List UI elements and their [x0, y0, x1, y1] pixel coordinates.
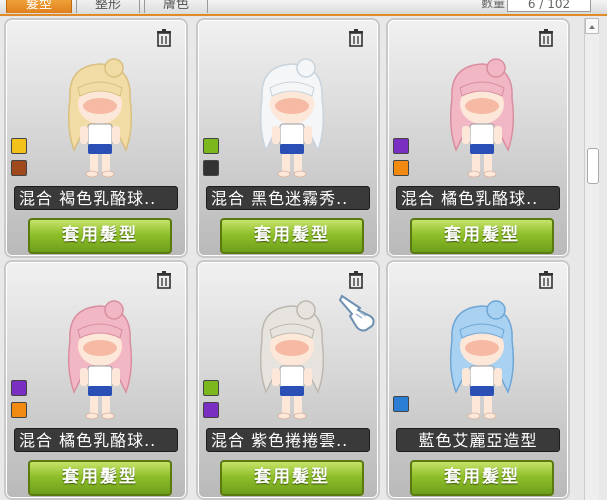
- scroll-up-arrow[interactable]: [585, 18, 599, 34]
- hair-name-label: 混合 橘色乳酪球..: [396, 186, 560, 210]
- color-swatch: [203, 160, 219, 176]
- scroll-thumb[interactable]: [587, 148, 599, 184]
- trash-icon[interactable]: [346, 270, 366, 290]
- trash-icon[interactable]: [346, 28, 366, 48]
- character-preview: [259, 58, 325, 178]
- character-preview: [259, 300, 325, 420]
- character-preview: [449, 300, 515, 420]
- trash-icon[interactable]: [154, 28, 174, 48]
- hair-name-label: 混合 紫色捲捲雲..: [206, 428, 370, 452]
- tab-face[interactable]: 整形: [76, 0, 140, 13]
- hair-card: 混合 褐色乳酪球.. 套用髮型: [4, 18, 188, 258]
- hair-grid: 混合 褐色乳酪球.. 套用髮型 混合 黑色迷霧秀.. 套用髮型 混合 橘色乳酪球.. 套用…: [0, 16, 582, 500]
- apply-hair-button[interactable]: 套用髮型: [28, 218, 172, 254]
- color-swatches: [393, 396, 409, 418]
- color-swatches: [393, 138, 409, 182]
- character-preview: [67, 300, 133, 420]
- color-swatch: [11, 160, 27, 176]
- color-swatch: [203, 138, 219, 154]
- hair-name-label: 混合 橘色乳酪球..: [14, 428, 178, 452]
- color-swatches: [203, 138, 219, 182]
- color-swatch: [203, 402, 219, 418]
- color-swatch: [393, 396, 409, 412]
- color-swatches: [203, 380, 219, 424]
- trash-icon[interactable]: [536, 270, 556, 290]
- color-swatch: [11, 138, 27, 154]
- hair-card: 混合 橘色乳酪球.. 套用髮型: [4, 260, 188, 500]
- color-swatches: [11, 380, 27, 424]
- hair-card: 混合 橘色乳酪球.. 套用髮型: [386, 18, 570, 258]
- color-swatch: [203, 380, 219, 396]
- tab-skin[interactable]: 膚色: [144, 0, 208, 13]
- pointer-hand-icon: [338, 294, 375, 332]
- trash-icon[interactable]: [154, 270, 174, 290]
- character-preview: [67, 58, 133, 178]
- color-swatch: [11, 402, 27, 418]
- top-bar: 髮型 整形 膚色 數量 6 / 102: [0, 0, 607, 16]
- apply-hair-button[interactable]: 套用髮型: [220, 460, 364, 496]
- apply-hair-button[interactable]: 套用髮型: [410, 460, 554, 496]
- hair-card: 混合 黑色迷霧秀.. 套用髮型: [196, 18, 380, 258]
- apply-hair-button[interactable]: 套用髮型: [220, 218, 364, 254]
- hair-name-label: 混合 褐色乳酪球..: [14, 186, 178, 210]
- scrollbar[interactable]: [584, 18, 599, 500]
- apply-hair-button[interactable]: 套用髮型: [28, 460, 172, 496]
- hair-card: 藍色艾麗亞造型套用髮型: [386, 260, 570, 500]
- color-swatch: [11, 380, 27, 396]
- color-swatches: [11, 138, 27, 182]
- color-swatch: [393, 160, 409, 176]
- apply-hair-button[interactable]: 套用髮型: [410, 218, 554, 254]
- character-preview: [449, 58, 515, 178]
- hair-name-label: 藍色艾麗亞造型: [396, 428, 560, 452]
- color-swatch: [393, 138, 409, 154]
- counter-label: 數量: [480, 0, 505, 10]
- trash-icon[interactable]: [536, 28, 556, 48]
- hair-name-label: 混合 黑色迷霧秀..: [206, 186, 370, 210]
- tab-hair[interactable]: 髮型: [6, 0, 72, 13]
- slot-counter: 6 / 102: [507, 0, 591, 12]
